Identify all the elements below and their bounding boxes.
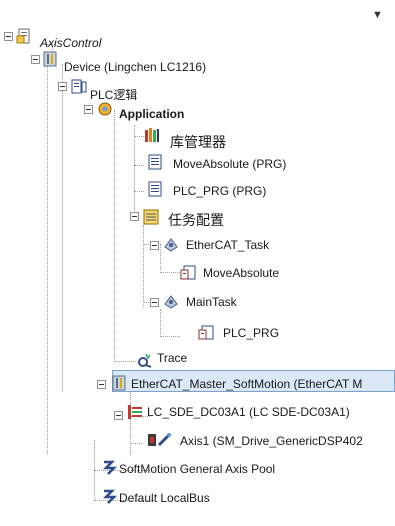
collapse-toggle-plc[interactable] [58,82,67,91]
device-icon [112,375,126,391]
node-plc-prg-label[interactable]: PLC_PRG (PRG) [173,184,266,198]
node-lc-sde-label[interactable]: LC_SDE_DC03A1 (LC SDE-DC03A1) [147,405,350,419]
library-icon [145,128,159,142]
pou-call-icon [180,265,196,280]
chevron-down-icon[interactable]: ▼ [372,9,383,21]
axis-pool-icon [102,460,117,475]
node-plc-prg-call-label[interactable]: PLC_PRG [223,326,279,340]
node-ethercat-task-label[interactable]: EtherCAT_Task [186,238,269,252]
node-application-label[interactable]: Application [119,107,184,121]
collapse-toggle-maintask[interactable] [150,298,159,307]
collapse-toggle-device[interactable] [31,55,40,64]
node-trace-label[interactable]: Trace [157,351,187,365]
collapse-toggle-lc-sde[interactable] [114,411,123,420]
node-ethercat-master-label[interactable]: EtherCAT_Master_SoftMotion (EtherCAT M [131,377,362,391]
node-task-config-label[interactable]: 任务配置 [168,210,224,230]
collapse-toggle-axiscontrol[interactable] [4,32,13,41]
node-moveabsolute-call-label[interactable]: MoveAbsolute [203,266,279,280]
pou-call-icon [198,325,214,340]
trace-icon [138,353,152,368]
collapse-toggle-ethercat-task[interactable] [150,241,159,250]
project-icon [16,28,30,44]
node-axiscontrol-label[interactable]: AxisControl [40,36,101,50]
node-softmotion-pool-label[interactable]: SoftMotion General Axis Pool [119,462,275,476]
node-library-label[interactable]: 库管理器 [170,132,226,152]
axis-icon [148,433,171,447]
plc-logic-icon [71,79,87,94]
task-icon [164,238,178,252]
drive-icon [128,405,142,419]
collapse-toggle-ethercat-master[interactable] [97,380,106,389]
task-config-icon [143,209,159,225]
collapse-toggle-task-config[interactable] [130,212,139,221]
pou-icon [148,181,162,197]
task-icon [164,295,178,309]
node-maintask-label[interactable]: MainTask [186,295,237,309]
device-icon [43,51,57,67]
node-moveabsolute-prg-label[interactable]: MoveAbsolute (PRG) [173,157,286,171]
pou-icon [148,154,162,170]
application-icon [98,102,112,116]
node-axis1-label[interactable]: Axis1 (SM_Drive_GenericDSP402 [180,434,363,448]
device-tree[interactable]: ▼ AxisControl Device (Lingchen LC1216) P… [0,0,395,526]
node-device-label[interactable]: Device (Lingchen LC1216) [64,60,206,74]
collapse-toggle-application[interactable] [84,105,93,114]
localbus-icon [102,489,117,504]
node-localbus-label[interactable]: Default LocalBus [119,491,210,505]
